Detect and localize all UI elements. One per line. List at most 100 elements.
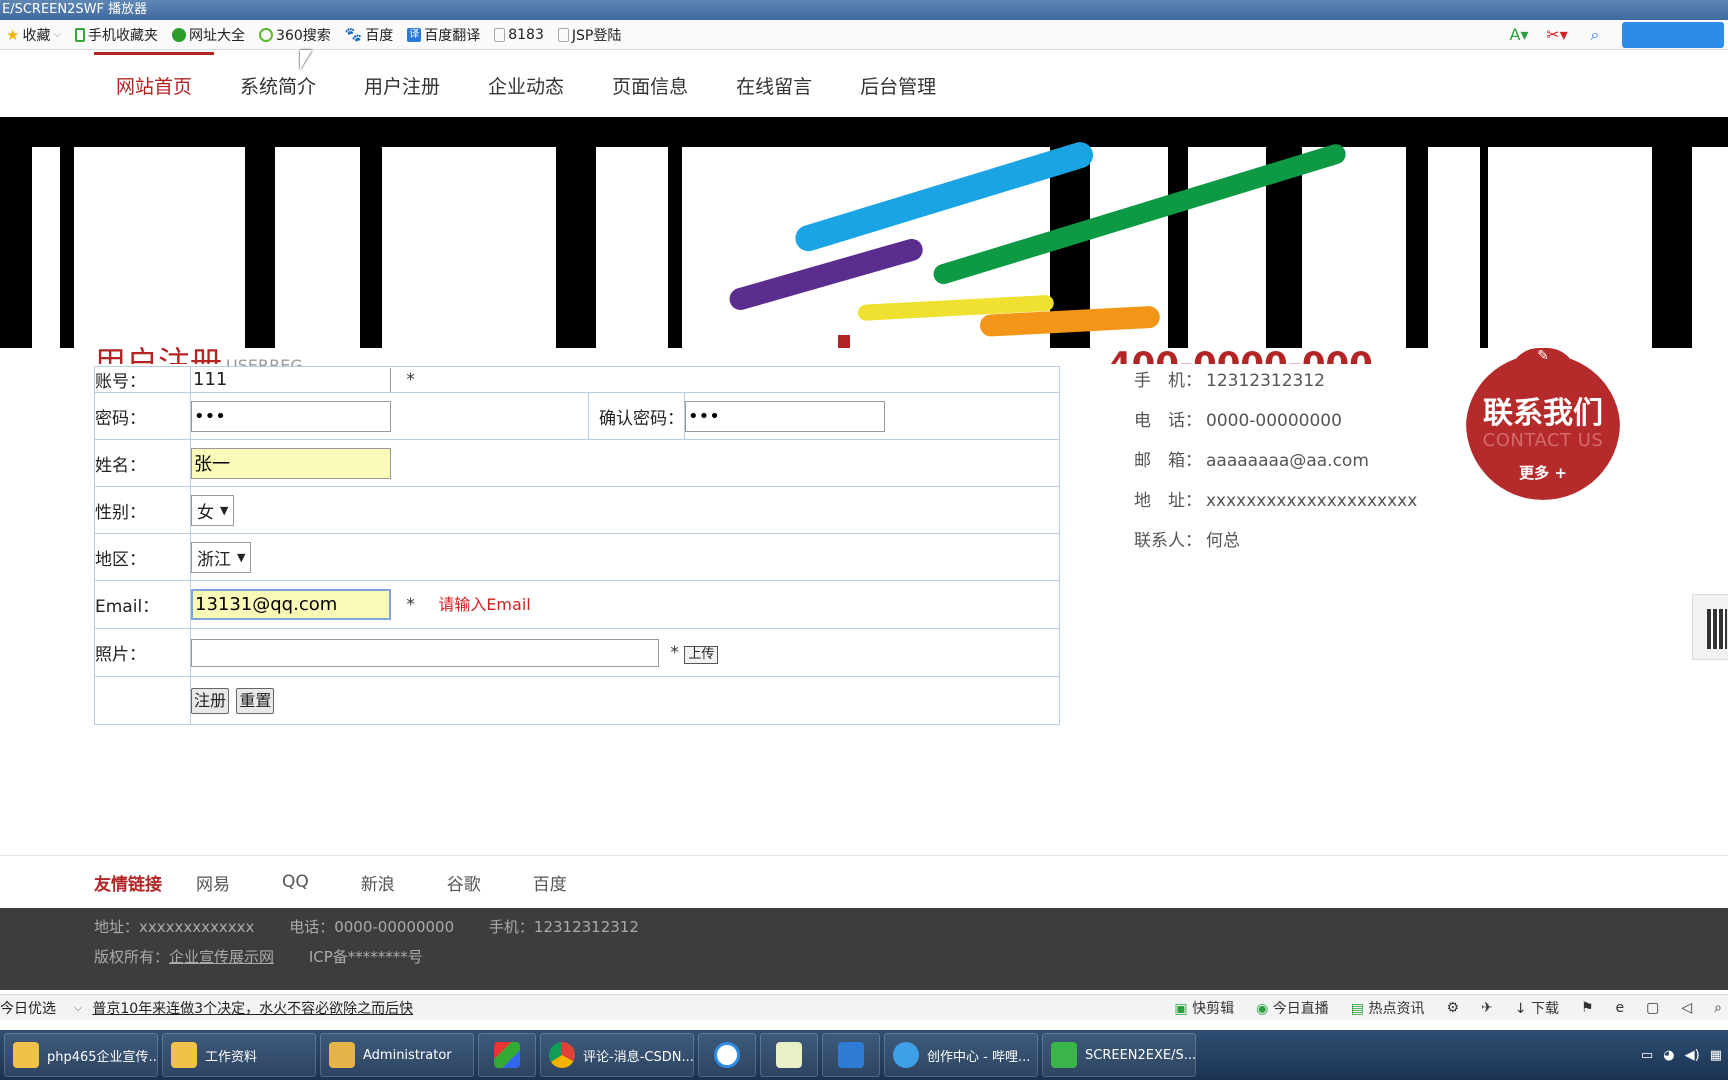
chevron-right-icon[interactable]: › bbox=[1702, 277, 1714, 312]
flag-icon[interactable]: ⚑ bbox=[1581, 1000, 1594, 1016]
friend-link[interactable]: 新浪 bbox=[361, 870, 395, 895]
nav-intro[interactable]: 系统简介 bbox=[216, 52, 340, 116]
label-text: 确认密码： bbox=[599, 408, 684, 429]
password-input[interactable] bbox=[191, 400, 391, 432]
toolbar-right: A▾ ✂▾ ⌕ bbox=[1508, 20, 1728, 50]
speed-icon[interactable]: ⚙ bbox=[1446, 1000, 1459, 1016]
task-administrator[interactable]: Administrator bbox=[320, 1033, 474, 1077]
section-title: 用户注册 bbox=[94, 346, 222, 364]
clip-icon: ▣ bbox=[1174, 1001, 1188, 1017]
email-input[interactable] bbox=[191, 589, 391, 620]
status-news-ticker[interactable]: 普京10年来连做3个决定，水火不容必欲除之而后快 bbox=[92, 998, 413, 1018]
search-icon[interactable]: ⌕ bbox=[1584, 25, 1606, 45]
task-chrome-csdn[interactable]: 评论-消息-CSDN... bbox=[540, 1033, 694, 1077]
status-tool-hot[interactable]: ▤ 热点资讯 bbox=[1351, 998, 1425, 1018]
nav-admin[interactable]: 后台管理 bbox=[836, 52, 960, 116]
task-bilibili[interactable]: 创作中心 - 哔哩... bbox=[884, 1033, 1038, 1077]
status-today-picks[interactable]: 今日优选 bbox=[0, 998, 56, 1018]
nav-register[interactable]: 用户注册 bbox=[340, 52, 464, 116]
nav-page-info[interactable]: 页面信息 bbox=[588, 52, 712, 116]
scissors-icon[interactable]: ✂▾ bbox=[1546, 25, 1568, 45]
badge-more-link[interactable]: 更多 + bbox=[1466, 462, 1620, 483]
friend-link[interactable]: 谷歌 bbox=[447, 870, 481, 895]
task-notepad[interactable] bbox=[760, 1033, 818, 1077]
fav-label: 360搜索 bbox=[276, 27, 331, 44]
label-text: 姓名： bbox=[95, 455, 146, 476]
contact-value: 12312312312 bbox=[1206, 371, 1325, 391]
chevron-down-icon: ⌵ bbox=[74, 1000, 83, 1014]
login-button[interactable] bbox=[1622, 22, 1724, 48]
browser-status-bar: 今日优选 ⌵ 普京10年来连做3个决定，水火不容必欲除之而后快 ▣ 快剪辑 ◉ … bbox=[0, 994, 1728, 1020]
friend-link[interactable]: 网易 bbox=[196, 870, 230, 895]
contact-key: 地 址： bbox=[1134, 491, 1202, 511]
qr-code-tab[interactable] bbox=[1692, 594, 1728, 660]
fav-link-sites[interactable]: 网址大全 bbox=[172, 25, 245, 45]
account-input[interactable]: 111 bbox=[191, 367, 391, 392]
select-value: 女 bbox=[197, 502, 214, 523]
confirm-password-input[interactable] bbox=[685, 400, 885, 432]
translate-tool-icon[interactable]: A▾ bbox=[1508, 25, 1530, 45]
region-select[interactable]: 浙江 ▼ bbox=[191, 541, 252, 573]
page-icon bbox=[494, 27, 506, 42]
select-value: 浙江 bbox=[197, 549, 231, 570]
submit-button[interactable]: 注册 bbox=[191, 687, 230, 714]
volume-icon[interactable]: ◀) bbox=[1685, 1048, 1700, 1063]
task-app-colorful[interactable] bbox=[478, 1033, 536, 1077]
photo-path-input[interactable] bbox=[191, 638, 659, 667]
name-input[interactable] bbox=[191, 447, 391, 479]
status-tool-clip[interactable]: ▣ 快剪辑 bbox=[1174, 998, 1234, 1018]
fav-link-8183[interactable]: 8183 bbox=[494, 27, 544, 43]
contact-key: 手 机： bbox=[1134, 371, 1202, 391]
baidu-icon: 🐾 bbox=[344, 26, 363, 43]
gender-label: 性别： bbox=[94, 486, 191, 534]
phone-icon bbox=[75, 27, 86, 42]
sites-icon bbox=[172, 27, 187, 42]
fav-link-360[interactable]: 360搜索 bbox=[259, 25, 331, 45]
speaker-icon[interactable]: ◁ bbox=[1681, 1000, 1692, 1016]
task-app-grid[interactable] bbox=[822, 1033, 880, 1077]
contact-us-badge[interactable]: ✎ 联系我们 CONTACT US 更多 + bbox=[1466, 348, 1620, 500]
status-tool-live[interactable]: ◉ 今日直播 bbox=[1256, 998, 1329, 1018]
upload-button[interactable]: 上传 bbox=[684, 646, 719, 664]
player-icon bbox=[1051, 1042, 1077, 1068]
friend-link[interactable]: QQ bbox=[282, 872, 309, 892]
status-tool-label: 快剪辑 bbox=[1192, 1001, 1235, 1017]
task-php-project[interactable]: php465企业宣传... bbox=[4, 1033, 158, 1077]
gender-select[interactable]: 女 ▼ bbox=[191, 494, 235, 526]
contact-key: 联系人： bbox=[1134, 531, 1202, 551]
fav-link-mobile[interactable]: 手机收藏夹 bbox=[75, 25, 158, 45]
task-baidu-netdisk[interactable] bbox=[698, 1033, 756, 1077]
dropdown-arrow-icon: ▼ bbox=[220, 503, 229, 517]
fav-link-baidu[interactable]: 🐾 百度 bbox=[345, 25, 393, 45]
app-icon bbox=[494, 1042, 520, 1068]
nav-news[interactable]: 企业动态 bbox=[464, 52, 588, 116]
nav-guestbook[interactable]: 在线留言 bbox=[712, 52, 836, 116]
network-icon[interactable]: ▦ bbox=[1710, 1048, 1722, 1063]
name-label: 姓名： bbox=[94, 439, 191, 487]
status-tool-download[interactable]: ↓ 下载 bbox=[1515, 998, 1559, 1018]
fav-link-translate[interactable]: 译 百度翻译 bbox=[407, 25, 480, 45]
zoom-icon[interactable]: ⌕ bbox=[1714, 1000, 1722, 1016]
window-icon[interactable]: ▢ bbox=[1646, 1000, 1659, 1016]
notepad-icon bbox=[776, 1042, 802, 1068]
fav-link-jsp[interactable]: JSP登陆 bbox=[557, 25, 622, 45]
favorites-star-menu[interactable]: ★ 收藏 ⌵ bbox=[6, 25, 61, 45]
keyboard-icon[interactable]: ▭ bbox=[1641, 1048, 1653, 1063]
ie-icon[interactable]: e bbox=[1616, 1000, 1625, 1016]
status-tool-label: 热点资讯 bbox=[1368, 1001, 1425, 1017]
friend-links: 友情链接 网易 QQ 新浪 谷歌 百度 bbox=[0, 855, 1728, 908]
fav-label: JSP登陆 bbox=[571, 27, 622, 44]
system-tray: ▭ ◕ ◀) ▦ bbox=[1641, 1030, 1722, 1080]
pin-icon[interactable]: ✈ bbox=[1481, 1000, 1493, 1016]
qq-icon[interactable]: ◕ bbox=[1663, 1048, 1674, 1063]
label-text: 性别： bbox=[95, 502, 146, 523]
contact-key: 邮 箱： bbox=[1134, 451, 1202, 471]
friend-link[interactable]: 百度 bbox=[533, 870, 567, 895]
task-work-folder[interactable]: 工作资料 bbox=[162, 1033, 316, 1077]
footer-copyright-link[interactable]: 企业宣传展示网 bbox=[169, 948, 274, 966]
reset-button[interactable]: 重置 bbox=[236, 687, 275, 714]
task-screen2exe[interactable]: SCREEN2EXE/S... bbox=[1042, 1033, 1196, 1077]
star-icon: ★ bbox=[6, 25, 20, 44]
nav-home[interactable]: 网站首页 bbox=[92, 52, 216, 116]
360-icon bbox=[259, 27, 274, 42]
